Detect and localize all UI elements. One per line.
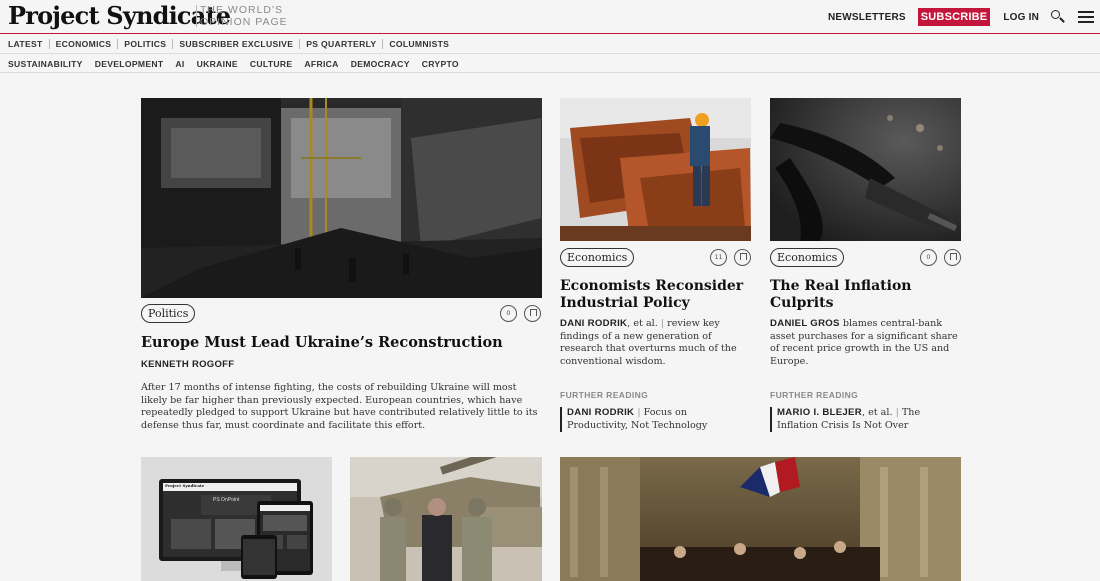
card3-category-tag[interactable]: Economics [770, 248, 845, 267]
feature-author[interactable]: KENNETH ROGOFF [141, 359, 234, 370]
site-tagline: THE WORLD'S OPINION PAGE [200, 4, 288, 28]
site-header: Project Syndicate THE WORLD'S OPINION PA… [0, 0, 1100, 34]
feature-comment-icon[interactable]: 0 [500, 305, 517, 322]
nav-development[interactable]: DEVELOPMENT [89, 59, 170, 69]
card3-further-reading-item[interactable]: MARIO I. BLEJER, et al. | The Inflation … [770, 407, 960, 433]
search-icon[interactable] [1051, 10, 1065, 24]
nav-latest[interactable]: LATEST [0, 39, 50, 49]
card2-author-suffix: , et al. [627, 318, 658, 329]
card2-comment-icon[interactable]: 11 [710, 249, 727, 266]
nav-crypto[interactable]: CRYPTO [416, 59, 465, 69]
card3-bookmark-icon[interactable] [944, 249, 961, 266]
card3-further-reading-label: FURTHER READING [770, 390, 859, 400]
feature-bookmark-icon[interactable] [524, 305, 541, 322]
primary-nav: LATEST ECONOMICS POLITICS SUBSCRIBER EXC… [0, 35, 1100, 54]
card2-author[interactable]: DANI RODRIK [560, 318, 627, 329]
card2-further-reading-item[interactable]: DANI RODRIK | Focus on Productivity, Not… [560, 407, 750, 433]
card3-further-author: MARIO I. BLEJER [777, 407, 862, 418]
newsletters-link[interactable]: NEWSLETTERS [828, 12, 906, 23]
card2-further-reading-label: FURTHER READING [560, 390, 649, 400]
nav-economics[interactable]: ECONOMICS [50, 39, 119, 49]
login-link[interactable]: LOG IN [1003, 12, 1039, 23]
nav-sustainability[interactable]: SUSTAINABILITY [0, 59, 89, 69]
feature-blurb: After 17 months of intense fighting, the… [141, 382, 538, 431]
nav-culture[interactable]: CULTURE [244, 59, 299, 69]
subscribe-button[interactable]: SUBSCRIBE [917, 8, 991, 26]
logo-divider [196, 5, 197, 27]
nav-ai[interactable]: AI [169, 59, 190, 69]
painting-image[interactable] [560, 457, 961, 581]
nav-columnists[interactable]: COLUMNISTS [383, 39, 455, 49]
card2-image[interactable] [560, 98, 751, 241]
card3-comment-icon[interactable]: 0 [920, 249, 937, 266]
secondary-nav: SUSTAINABILITY DEVELOPMENT AI UKRAINE CU… [0, 55, 1100, 73]
card3-blurb: DANIEL GROS blames central-bank asset pu… [770, 318, 965, 368]
header-actions: NEWSLETTERS SUBSCRIBE LOG IN [828, 0, 1100, 34]
nav-politics[interactable]: POLITICS [118, 39, 174, 49]
promo-screen-logo: Project Syndicate [165, 483, 205, 488]
nav-africa[interactable]: AFRICA [298, 59, 344, 69]
feature-category-tag[interactable]: Politics [141, 304, 196, 323]
card3-image[interactable] [770, 98, 961, 241]
nav-democracy[interactable]: DEMOCRACY [345, 59, 416, 69]
nav-ukraine[interactable]: UKRAINE [191, 59, 244, 69]
card2-blurb: DANI RODRIK, et al. | review key finding… [560, 318, 737, 367]
card2-headline[interactable]: Economists Reconsider Industrial Policy [560, 278, 750, 312]
feature-headline[interactable]: Europe Must Lead Ukraine’s Reconstructio… [141, 334, 541, 352]
card3-author[interactable]: DANIEL GROS [770, 318, 840, 329]
card2-category-tag[interactable]: Economics [560, 248, 635, 267]
menu-icon[interactable] [1078, 11, 1094, 23]
card2-further-author: DANI RODRIK [567, 407, 635, 418]
promo-devices-image[interactable]: Project Syndicate PS OnPoint [141, 457, 332, 581]
card3-headline[interactable]: The Real Inflation Culprits [770, 278, 960, 312]
feature-image[interactable] [141, 98, 542, 298]
card2-bookmark-icon[interactable] [734, 249, 751, 266]
nav-subscriber-exclusive[interactable]: SUBSCRIBER EXCLUSIVE [173, 39, 301, 49]
soldiers-image[interactable] [350, 457, 542, 581]
card3-further-suffix: , et al. [862, 407, 893, 418]
nav-ps-quarterly[interactable]: PS QUARTERLY [300, 39, 384, 49]
promo-screen-title: PS OnPoint [213, 497, 240, 503]
